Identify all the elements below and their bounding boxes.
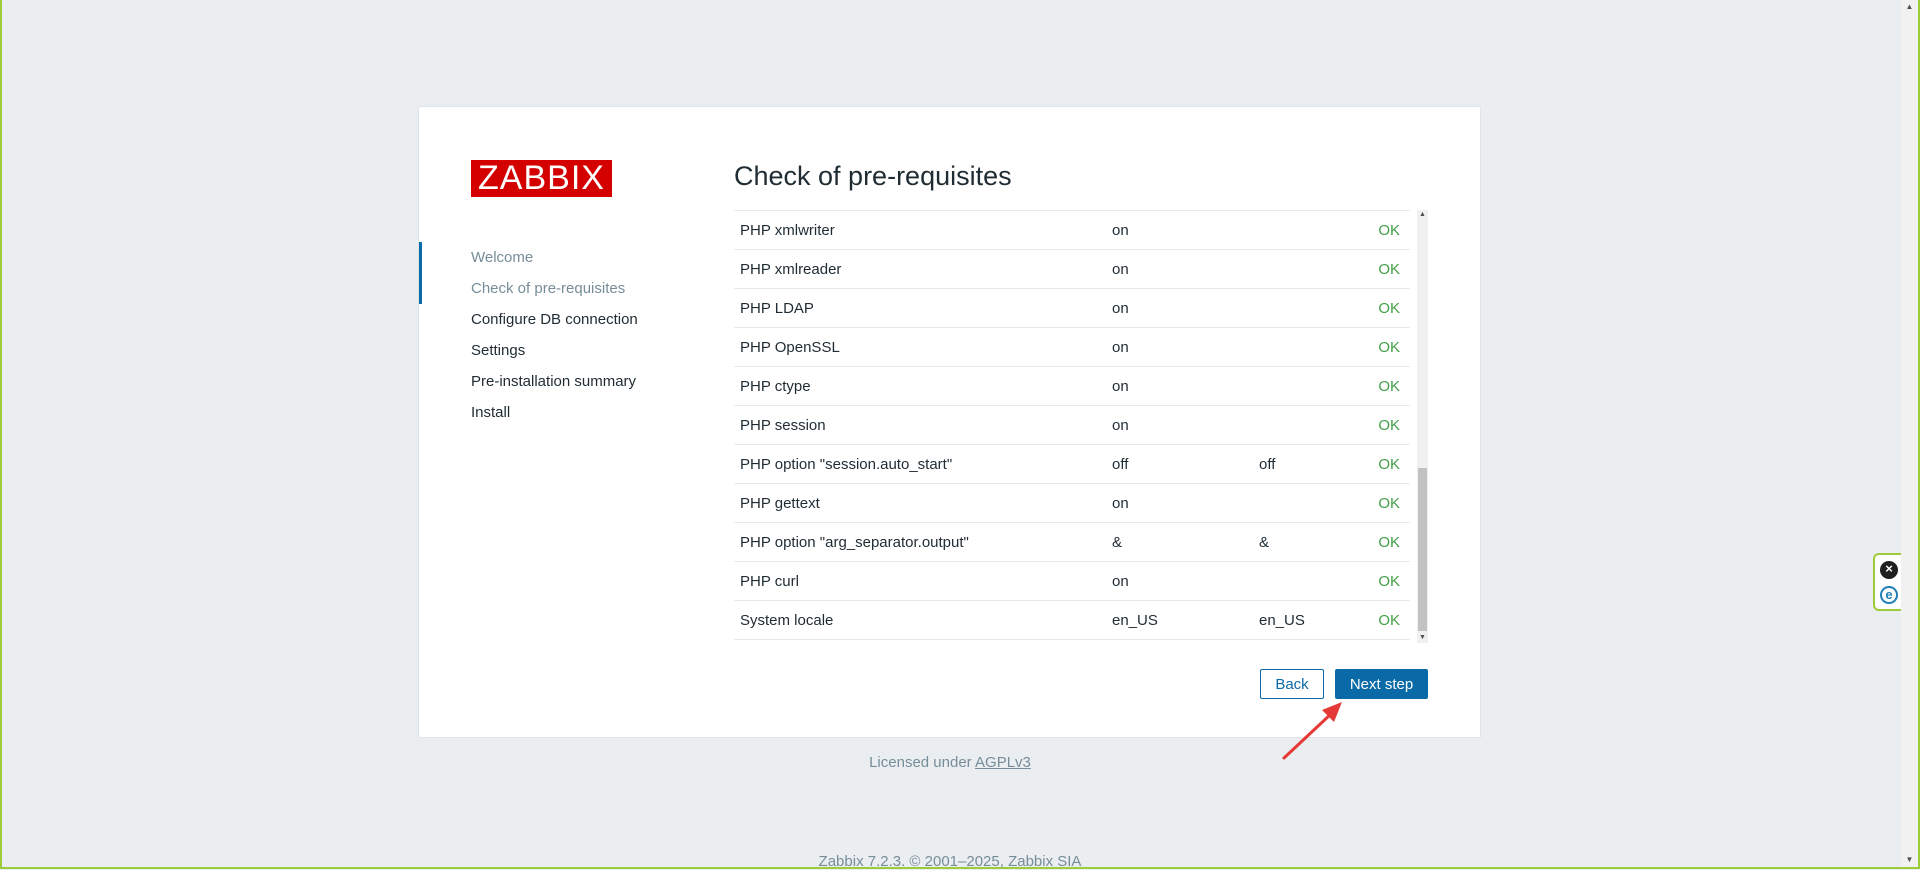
requirement-name: PHP xmlwriter (734, 210, 1106, 250)
table-row: PHP option "arg_separator.output" & & OK (734, 522, 1410, 562)
result-status: OK (1365, 288, 1410, 328)
required-value (1253, 288, 1365, 328)
license-link[interactable]: AGPLv3 (975, 754, 1031, 771)
zabbix-logo: ZABBIX (471, 160, 612, 197)
current-value: on (1106, 288, 1253, 328)
required-value (1253, 405, 1365, 445)
required-value: off (1253, 444, 1365, 484)
requirement-name: PHP gettext (734, 483, 1106, 523)
result-status: OK (1365, 483, 1410, 523)
nav-step-configure-db[interactable]: Configure DB connection (419, 304, 638, 335)
table-row: PHP LDAP on OK (734, 288, 1410, 328)
required-value (1253, 249, 1365, 289)
current-value: & (1106, 522, 1253, 562)
page-scrollbar[interactable]: ▲ ▼ (1901, 0, 1918, 867)
prerequisites-table: PHP xmlwriter on OK PHP xmlreader on OK … (734, 210, 1410, 640)
browser-extension-widget: × e (1873, 553, 1901, 611)
requirement-name: PHP option "session.auto_start" (734, 444, 1106, 484)
current-value: en_US (1106, 600, 1253, 640)
prerequisites-table-container[interactable]: PHP xmlwriter on OK PHP xmlreader on OK … (734, 210, 1428, 643)
result-status: OK (1365, 405, 1410, 445)
result-status: OK (1365, 327, 1410, 367)
current-value: on (1106, 405, 1253, 445)
required-value (1253, 483, 1365, 523)
required-value: & (1253, 522, 1365, 562)
table-scrollbar[interactable]: ▲ ▼ (1417, 210, 1428, 643)
license-footer: Licensed under AGPLv3 (0, 754, 1900, 771)
license-text: Licensed under (869, 754, 972, 771)
result-status: OK (1365, 561, 1410, 601)
current-value: on (1106, 210, 1253, 250)
table-row: PHP xmlreader on OK (734, 249, 1410, 289)
table-scroll-down-icon[interactable]: ▼ (1417, 633, 1428, 643)
required-value (1253, 366, 1365, 406)
required-value: en_US (1253, 600, 1365, 640)
result-status: OK (1365, 210, 1410, 250)
result-status: OK (1365, 366, 1410, 406)
requirement-name: PHP ctype (734, 366, 1106, 406)
requirement-name: System locale (734, 600, 1106, 640)
table-row: PHP OpenSSL on OK (734, 327, 1410, 367)
table-row: PHP ctype on OK (734, 366, 1410, 406)
table-row: PHP gettext on OK (734, 483, 1410, 523)
current-value: off (1106, 444, 1253, 484)
window-border-left (0, 0, 2, 869)
required-value (1253, 561, 1365, 601)
nav-step-pre-install-summary[interactable]: Pre-installation summary (419, 366, 638, 397)
table-scroll-up-icon[interactable]: ▲ (1417, 210, 1428, 220)
annotation-arrow-icon (1282, 702, 1342, 760)
required-value (1253, 327, 1365, 367)
requirement-name: PHP session (734, 405, 1106, 445)
requirement-name: PHP OpenSSL (734, 327, 1106, 367)
scroll-down-arrow-icon[interactable]: ▼ (1901, 853, 1918, 867)
current-value: on (1106, 366, 1253, 406)
result-status: OK (1365, 600, 1410, 640)
result-status: OK (1365, 444, 1410, 484)
requirement-name: PHP option "arg_separator.output" (734, 522, 1106, 562)
scroll-up-arrow-icon[interactable]: ▲ (1901, 0, 1918, 14)
table-row: PHP option "session.auto_start" off off … (734, 444, 1410, 484)
result-status: OK (1365, 522, 1410, 562)
setup-steps-nav: Welcome Check of pre-requisites Configur… (419, 242, 638, 428)
table-row: System locale en_US en_US OK (734, 600, 1410, 640)
extension-e-icon[interactable]: e (1880, 586, 1898, 604)
close-icon[interactable]: × (1880, 561, 1898, 579)
current-value: on (1106, 561, 1253, 601)
result-status: OK (1365, 249, 1410, 289)
copyright-footer: Zabbix 7.2.3. © 2001–2025, Zabbix SIA (818, 853, 1082, 870)
requirement-name: PHP xmlreader (734, 249, 1106, 289)
current-value: on (1106, 327, 1253, 367)
nav-step-welcome[interactable]: Welcome (419, 242, 638, 273)
nav-step-check-prerequisites[interactable]: Check of pre-requisites (419, 273, 638, 304)
requirement-name: PHP LDAP (734, 288, 1106, 328)
current-value: on (1106, 483, 1253, 523)
nav-step-install[interactable]: Install (419, 397, 638, 428)
table-scroll-thumb[interactable] (1418, 468, 1427, 631)
setup-card: ZABBIX Welcome Check of pre-requisites C… (418, 106, 1481, 738)
required-value (1253, 210, 1365, 250)
page-title: Check of pre-requisites (734, 161, 1012, 191)
table-row: PHP session on OK (734, 405, 1410, 445)
table-row: PHP xmlwriter on OK (734, 210, 1410, 250)
table-row: PHP curl on OK (734, 561, 1410, 601)
nav-step-settings[interactable]: Settings (419, 335, 638, 366)
requirement-name: PHP curl (734, 561, 1106, 601)
current-value: on (1106, 249, 1253, 289)
